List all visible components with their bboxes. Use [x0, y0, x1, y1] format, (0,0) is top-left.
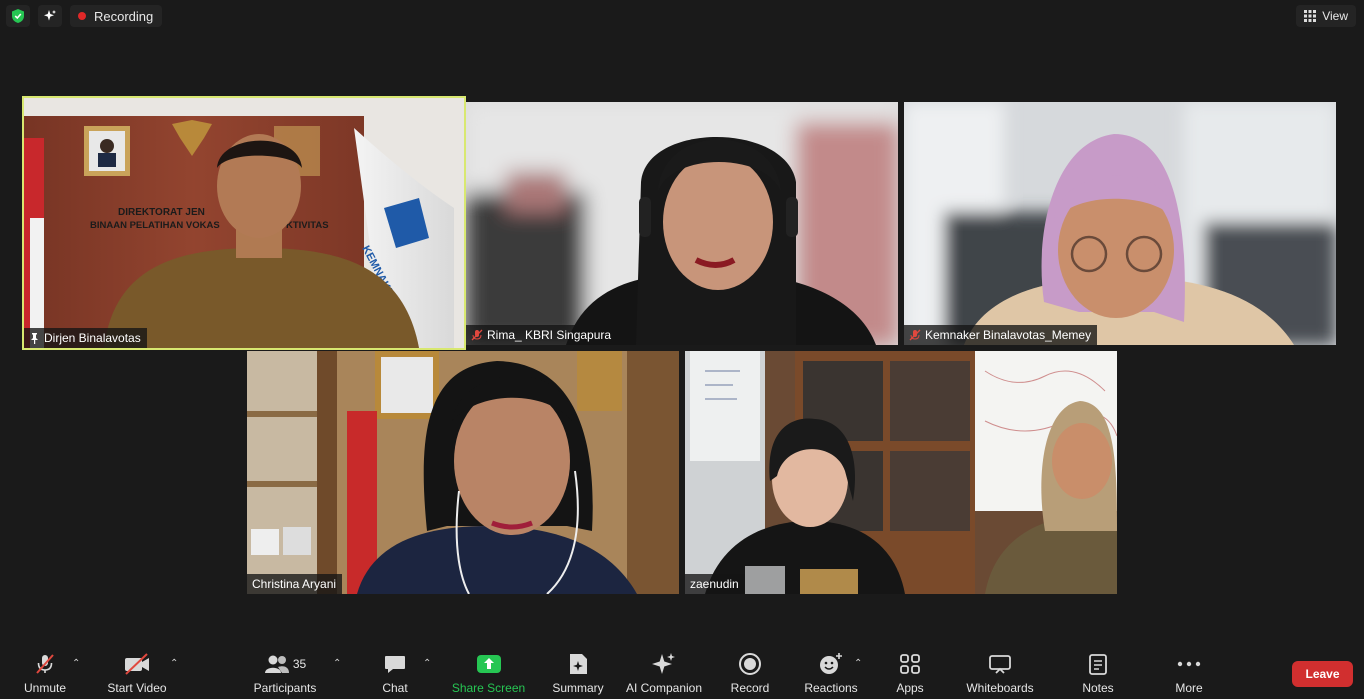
share-screen-icon	[476, 655, 501, 673]
video-tile-christina[interactable]: Christina Aryani	[247, 351, 679, 594]
wall-text-2: BINAAN PELATIHAN VOKAS	[90, 220, 220, 231]
chat-label: Chat	[382, 681, 408, 695]
summary-icon	[570, 654, 587, 674]
leave-button[interactable]: Leave	[1292, 661, 1353, 687]
video-options-caret-icon[interactable]: ⌃	[170, 658, 178, 669]
shield-check-icon	[12, 9, 24, 23]
apps-icon	[900, 654, 920, 674]
whiteboards-label: Whiteboards	[966, 681, 1034, 695]
chat-options-caret-icon[interactable]: ⌃	[423, 658, 431, 669]
participants-icon	[264, 655, 289, 673]
view-button[interactable]: View	[1296, 5, 1356, 27]
reactions-options-caret-icon[interactable]: ⌃	[854, 658, 862, 669]
video-tile-zaenudin[interactable]: zaenudin	[685, 351, 1117, 594]
view-label: View	[1322, 9, 1348, 23]
wall-text-3: KTIVITAS	[286, 220, 329, 231]
more-label: More	[1175, 681, 1203, 695]
summary-button[interactable]: Summary	[550, 650, 606, 698]
whiteboard-icon	[989, 655, 1011, 674]
participant-name-label: Kemnaker Binalavotas_Memey	[904, 325, 1098, 345]
start-video-label: Start Video	[107, 681, 167, 695]
start-video-button[interactable]: Start Video	[105, 650, 169, 698]
audio-options-caret-icon[interactable]: ⌃	[72, 658, 80, 669]
apps-button[interactable]: Apps	[893, 650, 927, 698]
reactions-icon	[820, 653, 842, 674]
participant-name-label: Dirjen Binalavotas	[24, 328, 147, 348]
sparkle-icon	[44, 10, 56, 21]
participants-count: 35	[292, 657, 307, 671]
record-icon	[739, 653, 761, 675]
ai-companion-button[interactable]: AI Companion	[624, 650, 704, 698]
whiteboards-button[interactable]: Whiteboards	[963, 650, 1037, 698]
participants-label: Participants	[253, 681, 317, 695]
video-feed	[685, 351, 1117, 594]
participant-name-label: zaenudin	[685, 574, 745, 594]
unmute-button[interactable]: Unmute	[21, 650, 69, 698]
video-tile-dirjen[interactable]: DIREKTORAT JEN BINAAN PELATIHAN VOKAS KT…	[22, 96, 466, 350]
participant-name: Dirjen Binalavotas	[44, 331, 141, 345]
participant-name: Rima_ KBRI Singapura	[487, 328, 612, 342]
security-button[interactable]	[6, 5, 30, 27]
wall-text-1: DIREKTORAT JEN	[118, 207, 205, 218]
video-feed	[904, 102, 1336, 345]
video-feed: DIREKTORAT JEN BINAAN PELATIHAN VOKAS KT…	[24, 98, 464, 348]
video-feed	[466, 102, 898, 345]
participant-name: zaenudin	[690, 577, 739, 591]
recording-indicator[interactable]: Recording	[70, 5, 163, 27]
mic-muted-icon	[36, 654, 54, 674]
share-screen-label: Share Screen	[451, 681, 526, 695]
notes-label: Notes	[1082, 681, 1114, 695]
ai-companion-label: AI Companion	[625, 681, 703, 695]
participants-options-caret-icon[interactable]: ⌃	[333, 658, 341, 669]
chat-button[interactable]: Chat	[378, 650, 412, 698]
unmute-label: Unmute	[23, 681, 67, 695]
participants-button[interactable]: 35 Participants	[252, 650, 318, 698]
record-label: Record	[730, 681, 770, 695]
notes-button[interactable]: Notes	[1079, 650, 1117, 698]
reactions-label: Reactions	[804, 681, 858, 695]
pin-icon	[31, 333, 38, 344]
apps-label: Apps	[896, 681, 924, 695]
recording-dot-icon	[78, 12, 86, 20]
recording-label: Recording	[94, 8, 154, 24]
chat-icon	[385, 656, 405, 673]
more-dots-icon	[1177, 661, 1201, 667]
participant-name: Christina Aryani	[252, 577, 337, 591]
notes-icon	[1089, 654, 1107, 675]
participant-name-label: Christina Aryani	[247, 574, 343, 594]
reactions-button[interactable]: Reactions	[803, 650, 859, 698]
video-tile-rima[interactable]: Rima_ KBRI Singapura	[466, 102, 898, 345]
more-button[interactable]: More	[1172, 650, 1206, 698]
participant-name: Kemnaker Binalavotas_Memey	[925, 328, 1092, 342]
ai-companion-status-button[interactable]	[38, 5, 62, 27]
mic-muted-icon	[471, 329, 483, 341]
video-tile-memey[interactable]: Kemnaker Binalavotas_Memey	[904, 102, 1336, 345]
record-button[interactable]: Record	[730, 650, 770, 698]
share-screen-button[interactable]: Share Screen	[452, 650, 525, 698]
video-off-icon	[125, 653, 149, 675]
top-bar: Recording View	[0, 0, 1364, 32]
ai-sparkle-icon	[652, 653, 675, 674]
grid-icon	[1304, 10, 1317, 22]
video-feed	[247, 351, 679, 594]
participant-name-label: Rima_ KBRI Singapura	[466, 325, 618, 345]
summary-label: Summary	[552, 681, 604, 695]
meeting-toolbar: Unmute ⌃ Start Video ⌃ 35 Participants ⌃	[0, 640, 1364, 699]
mic-muted-icon	[909, 329, 921, 341]
